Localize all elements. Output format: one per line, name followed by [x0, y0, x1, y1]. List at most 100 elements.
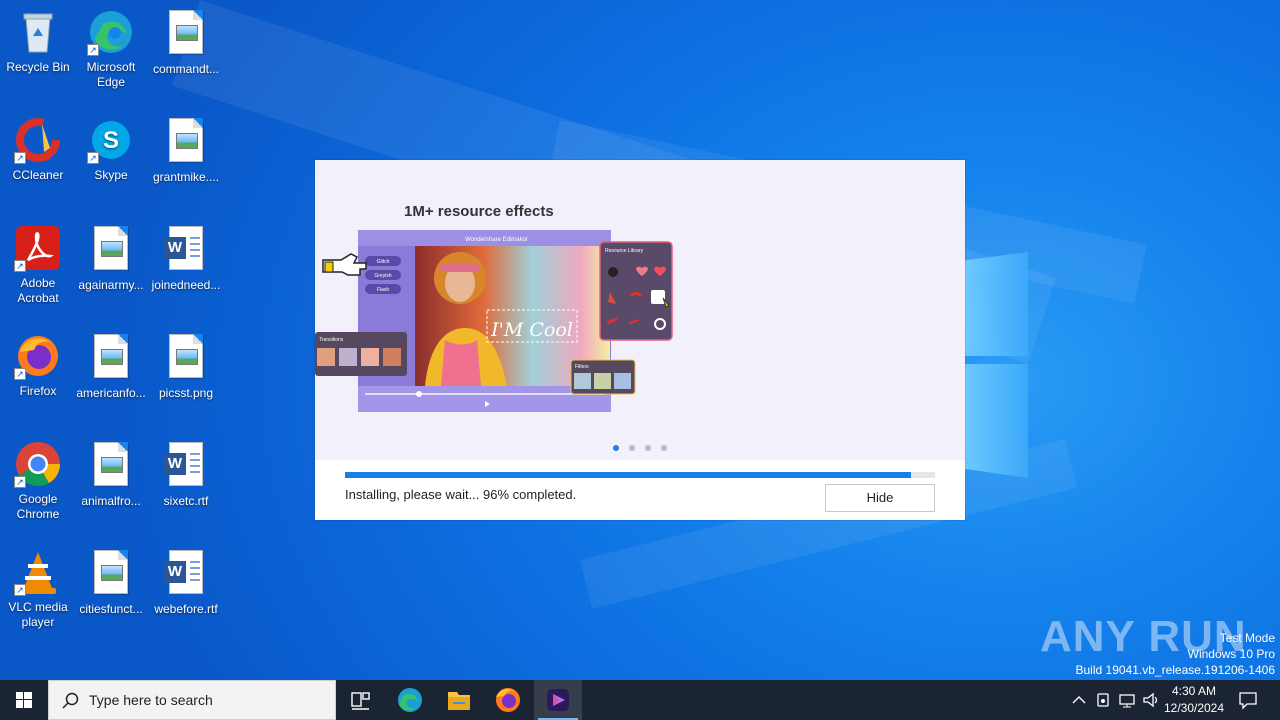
vlc-icon: ↗	[14, 548, 62, 596]
desktop-icon-file[interactable]: commandt...	[148, 8, 224, 77]
desktop-icon-label: americanfo...	[76, 386, 146, 400]
shortcut-arrow-icon: ↗	[14, 152, 26, 164]
desktop-background: Recycle Bin ↗ CCleaner ↗ Adobe Acrobat ↗…	[0, 0, 1280, 680]
desktop-icon-label: CCleaner	[12, 168, 64, 182]
slide-indicator-dot[interactable]	[661, 445, 667, 451]
desktop-icon-label: Adobe Acrobat	[17, 276, 59, 305]
desktop-icon-ccleaner[interactable]: ↗ CCleaner	[0, 116, 76, 183]
desktop-icon-file[interactable]: citiesfunct...	[73, 548, 149, 617]
windows-start-icon	[16, 692, 32, 708]
action-center-button[interactable]	[1236, 690, 1260, 710]
panel-title: Resource Library	[605, 248, 644, 254]
test-mode-info: Test Mode Windows 10 Pro Build 19041.vb_…	[1076, 630, 1276, 678]
edge-icon: ↗	[87, 8, 135, 56]
desktop-icon-label: Recycle Bin	[6, 60, 70, 74]
shortcut-arrow-icon: ↗	[14, 476, 26, 488]
start-button[interactable]	[0, 680, 48, 720]
task-view-icon	[351, 692, 370, 710]
feature-illustration: Wondershare Edimakor I'M Cool Glitch Gre…	[315, 230, 673, 412]
shortcut-arrow-icon: ↗	[14, 368, 26, 380]
effect-pill-label: Glitch	[377, 259, 390, 265]
search-icon	[62, 692, 79, 709]
install-progress-fill	[345, 472, 912, 478]
desktop-icon-adobe-acrobat[interactable]: ↗ Adobe Acrobat	[0, 224, 76, 306]
desktop-icon-label: sixetc.rtf	[163, 494, 209, 508]
hide-button[interactable]: Hide	[825, 484, 935, 512]
desktop-icon-file[interactable]: W joinedneed...	[148, 224, 224, 293]
skype-icon: S ↗	[87, 116, 135, 164]
taskbar-firefox-button[interactable]	[484, 680, 532, 720]
windows-logo-wallpaper	[965, 240, 1030, 480]
desktop-icon-microsoft-edge[interactable]: ↗ Microsoft Edge	[73, 8, 149, 90]
desktop-icon-file[interactable]: W sixetc.rtf	[148, 440, 224, 509]
word-file-icon: W	[162, 226, 210, 274]
clock-time: 4:30 AM	[1171, 684, 1217, 698]
desktop-icon-file[interactable]: americanfo...	[73, 332, 149, 401]
desktop-icon-label: joinedneed...	[151, 278, 221, 292]
edimakor-icon	[547, 689, 569, 711]
effect-pill-label: Flash	[377, 287, 389, 293]
test-mode-line: Test Mode	[1219, 631, 1275, 645]
show-hidden-icons-button[interactable]	[1068, 690, 1090, 710]
desktop-icon-label: citiesfunct...	[79, 602, 143, 616]
slide-indicator-dot[interactable]	[645, 445, 651, 451]
desktop-icon-file[interactable]: W webefore.rtf	[148, 548, 224, 617]
taskbar-file-explorer-button[interactable]	[435, 680, 483, 720]
task-view-button[interactable]	[336, 680, 384, 720]
slide-indicator-dot[interactable]	[613, 445, 619, 451]
shortcut-arrow-icon: ↗	[87, 44, 99, 56]
svg-text:S: S	[103, 127, 119, 154]
image-file-icon	[87, 442, 135, 490]
installer-window: 1M+ resource effects Wondershare Edimako…	[315, 160, 965, 520]
shortcut-arrow-icon: ↗	[87, 152, 99, 164]
slide-indicator-dot[interactable]	[629, 445, 635, 451]
recycle-bin-icon	[14, 8, 62, 56]
word-file-icon: W	[162, 550, 210, 598]
edge-icon	[398, 688, 422, 712]
desktop-icon-skype[interactable]: S ↗ Skype	[73, 116, 149, 183]
desktop-icon-file[interactable]: grantmike....	[148, 116, 224, 185]
effect-pill-label: Greyish	[374, 273, 391, 279]
desktop-icon-firefox[interactable]: ↗ Firefox	[0, 332, 76, 399]
network-icon	[1119, 694, 1135, 708]
desktop-icon-google-chrome[interactable]: ↗ Google Chrome	[0, 440, 76, 522]
image-file-icon	[162, 10, 210, 58]
file-explorer-icon	[448, 692, 470, 710]
taskbar-edimakor-button[interactable]	[534, 680, 582, 720]
desktop-icon-label: Firefox	[19, 384, 57, 398]
filters-label: Filters	[575, 364, 589, 370]
firefox-icon	[496, 688, 520, 712]
desktop-icon-file[interactable]: animalfro...	[73, 440, 149, 509]
acrobat-icon: ↗	[14, 224, 62, 272]
caption-text: I'M Cool	[490, 319, 573, 341]
install-progress-bar	[345, 472, 935, 478]
os-edition-line: Windows 10 Pro	[1187, 647, 1275, 661]
chevron-up-icon	[1072, 696, 1086, 704]
desktop-icon-file[interactable]: picsst.png	[148, 332, 224, 401]
device-icon	[1097, 693, 1109, 707]
tray-network-icon[interactable]	[1116, 690, 1138, 710]
image-file-icon	[87, 226, 135, 274]
tray-device-icon[interactable]	[1092, 690, 1114, 710]
desktop-icon-label: commandt...	[152, 62, 220, 76]
image-file-icon	[162, 118, 210, 166]
image-file-icon	[87, 550, 135, 598]
clock-date: 12/30/2024	[1163, 701, 1225, 715]
desktop-icon-recycle-bin[interactable]: Recycle Bin	[0, 8, 76, 75]
shortcut-arrow-icon: ↗	[14, 584, 26, 596]
search-placeholder: Type here to search	[89, 692, 213, 708]
image-file-icon	[162, 334, 210, 382]
taskbar-edge-button[interactable]	[386, 680, 434, 720]
taskbar-search-box[interactable]: Type here to search	[48, 680, 336, 720]
desktop-icon-label: animalfro...	[81, 494, 141, 508]
desktop-icon-label: Google Chrome	[16, 492, 60, 521]
desktop-icon-label: Skype	[94, 168, 128, 182]
tray-volume-icon[interactable]	[1140, 690, 1162, 710]
firefox-icon: ↗	[14, 332, 62, 380]
shortcut-arrow-icon: ↗	[14, 260, 26, 272]
desktop-icon-vlc[interactable]: ↗ VLC media player	[0, 548, 76, 630]
taskbar: Type here to search 4:30 AM 12/30/2024	[0, 680, 1280, 720]
feature-slide: 1M+ resource effects Wondershare Edimako…	[315, 160, 965, 460]
taskbar-clock[interactable]: 4:30 AM 12/30/2024	[1160, 683, 1228, 717]
desktop-icon-file[interactable]: againarmy...	[73, 224, 149, 293]
